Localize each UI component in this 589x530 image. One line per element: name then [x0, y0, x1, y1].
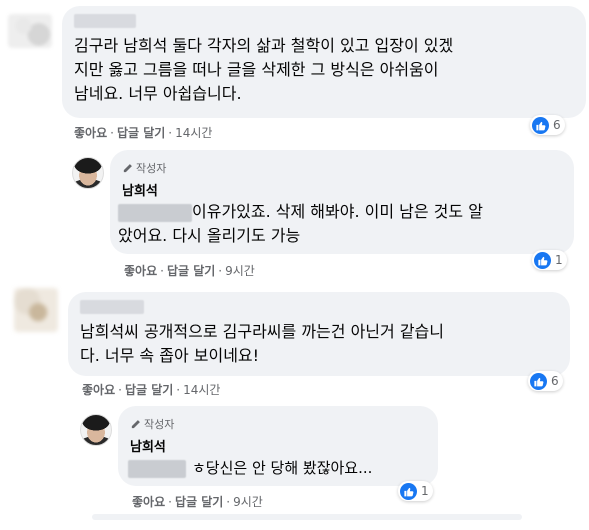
author-badge: 작성자 [130, 416, 174, 432]
commenter-name-redacted[interactable] [74, 14, 136, 28]
author-badge: 작성자 [122, 160, 166, 176]
like-link[interactable]: 좋아요 [124, 264, 157, 278]
reply-link[interactable]: 답글 달기 [167, 264, 215, 278]
reply-text-line: 았어요. 다시 올리기도 가능 [118, 226, 301, 245]
reply-text-line: 이유가있죠. 삭제 해봐야. 이미 남은 것도 알 [118, 200, 483, 224]
reply-bubble: 작성자 남희석 이유가있죠. 삭제 해봐야. 이미 남은 것도 알 았어요. 다… [110, 150, 574, 254]
comment-text-line: 남네요. 너무 아쉽습니다. [74, 84, 242, 103]
comment-text-line: 김구라 남희석 둘다 각자의 삶과 철학이 있고 입장이 있겠 [74, 36, 454, 55]
reply-actions: 좋아요 · 답글 달기 · 9시간 [124, 264, 255, 278]
timestamp[interactable]: 14시간 [175, 126, 212, 140]
reaction-count[interactable]: 6 [530, 115, 565, 135]
thumbs-up-icon [532, 116, 549, 134]
reply-author[interactable]: 남희석 [122, 180, 158, 199]
thumbs-up-icon [530, 372, 547, 390]
reply-actions: 좋아요 · 답글 달기 · 9시간 [132, 495, 263, 509]
reply-bubble: 작성자 남희석 ㅎ당신은 안 당해 봤잖아요... [118, 406, 438, 486]
pencil-icon [131, 419, 140, 428]
comment-actions: 좋아요 · 답글 달기 · 14시간 [74, 126, 213, 140]
next-comment-edge [92, 514, 522, 520]
comment-bubble: 김구라 남희석 둘다 각자의 삶과 철학이 있고 입장이 있겠 지만 옳고 그름… [62, 6, 586, 118]
comment-bubble: 남희석씨 공개적으로 김구라씨를 까는건 아닌거 같습니 다. 너무 속 좁아 … [68, 292, 570, 376]
like-link[interactable]: 좋아요 [82, 383, 115, 397]
reaction-number: 1 [555, 253, 563, 267]
like-link[interactable]: 좋아요 [132, 495, 165, 509]
timestamp[interactable]: 9시간 [225, 264, 255, 278]
reaction-number: 6 [551, 374, 559, 388]
timestamp[interactable]: 14시간 [183, 383, 220, 397]
reply-link[interactable]: 답글 달기 [125, 383, 173, 397]
badge-label: 작성자 [136, 162, 167, 175]
author-avatar[interactable] [72, 157, 104, 189]
reaction-count[interactable]: 1 [532, 250, 567, 270]
reply-author[interactable]: 남희석 [130, 436, 166, 455]
reaction-count[interactable]: 1 [398, 481, 433, 501]
commenter-avatar[interactable] [8, 14, 52, 48]
pencil-icon [123, 163, 132, 172]
commenter-avatar[interactable] [14, 288, 58, 332]
author-avatar[interactable] [80, 414, 112, 446]
mention-redacted[interactable] [128, 459, 186, 478]
mention-redacted[interactable] [118, 203, 192, 222]
reaction-number: 6 [553, 118, 561, 132]
comment-text-line: 남희석씨 공개적으로 김구라씨를 까는건 아닌거 같습니 [80, 322, 444, 341]
commenter-name-redacted[interactable] [80, 300, 144, 314]
comment-text-line: 다. 너무 속 좁아 보이네요! [80, 346, 260, 365]
timestamp[interactable]: 9시간 [233, 495, 263, 509]
comment-actions: 좋아요 · 답글 달기 · 14시간 [82, 383, 221, 397]
like-link[interactable]: 좋아요 [74, 126, 107, 140]
reaction-count[interactable]: 6 [528, 371, 563, 391]
thumbs-up-icon [400, 482, 417, 500]
badge-label: 작성자 [144, 418, 175, 431]
thumbs-up-icon [534, 251, 551, 269]
reply-link[interactable]: 답글 달기 [117, 126, 165, 140]
reply-link[interactable]: 답글 달기 [175, 495, 223, 509]
reply-text-line: ㅎ당신은 안 당해 봤잖아요... [128, 456, 372, 480]
comment-text-line: 지만 옳고 그름을 떠나 글을 삭제한 그 방식은 아쉬움이 [74, 60, 439, 79]
reaction-number: 1 [421, 484, 429, 498]
